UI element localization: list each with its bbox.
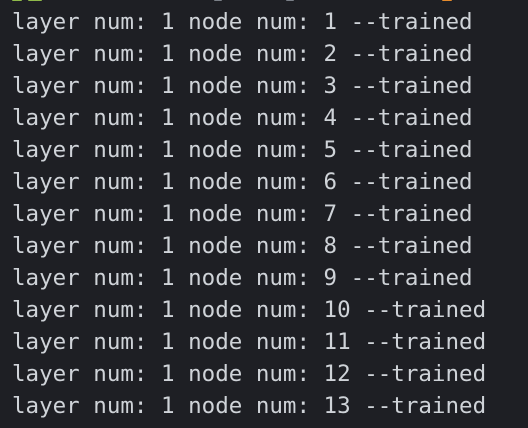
output-line: layer num: 1 node num: 4 --trained [12, 105, 473, 131]
output-line: layer num: 1 node num: 6 --trained [12, 169, 473, 195]
output-line: layer num: 1 node num: 5 --trained [12, 137, 473, 163]
clipped-text-fragment [286, 0, 294, 1]
output-line: layer num: 1 node num: 9 --trained [12, 265, 473, 291]
output-line: layer num: 1 node num: 8 --trained [12, 233, 473, 259]
terminal-window[interactable]: layer num: 1 node num: 1 --trained layer… [0, 0, 528, 428]
output-line: layer num: 1 node num: 12 --trained [12, 361, 487, 387]
output-line: layer num: 1 node num: 11 --trained [12, 329, 487, 355]
clipped-text-fragment [442, 0, 452, 1]
clipped-text-fragment [28, 0, 42, 1]
output-line: layer num: 1 node num: 13 --trained [12, 393, 487, 419]
output-line: layer num: 1 node num: 3 --trained [12, 73, 473, 99]
output-lines: layer num: 1 node num: 1 --trained layer… [12, 6, 486, 422]
output-line: layer num: 1 node num: 2 --trained [12, 41, 473, 67]
clipped-text-fragment [12, 0, 22, 1]
output-line: layer num: 1 node num: 7 --trained [12, 201, 473, 227]
output-line: layer num: 1 node num: 10 --trained [12, 297, 487, 323]
output-line: layer num: 1 node num: 1 --trained [12, 9, 473, 35]
clipped-previous-line [0, 0, 528, 3]
clipped-text-fragment [214, 0, 222, 1]
